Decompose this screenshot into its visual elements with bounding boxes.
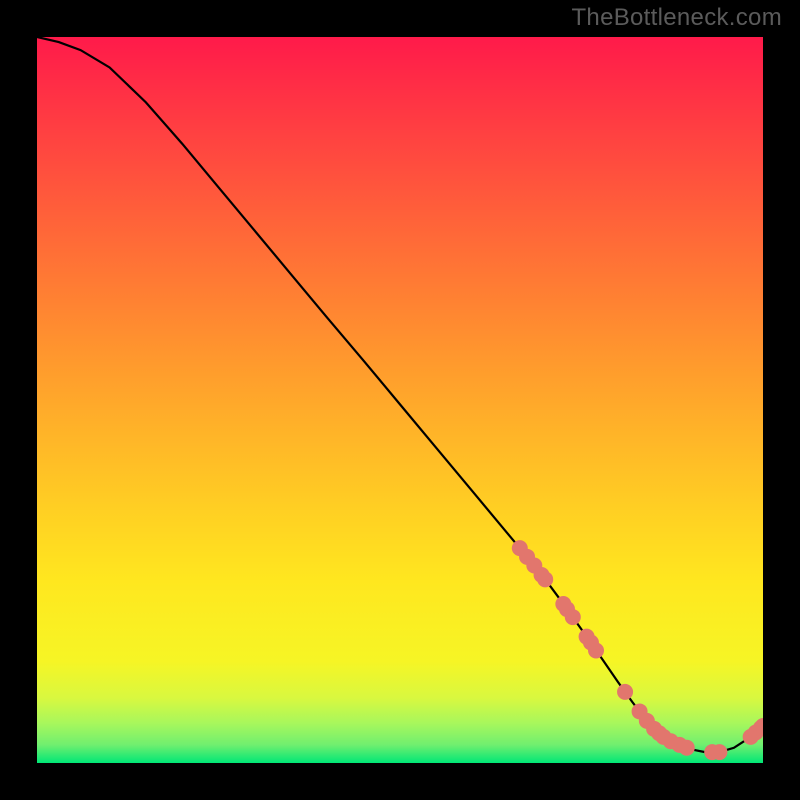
bottleneck-chart [37,37,763,763]
watermark-text: TheBottleneck.com [571,4,782,32]
chart-svg [37,37,763,763]
marker-dot [617,684,633,700]
marker-dot [711,744,727,760]
marker-dot [588,642,604,658]
marker-dot [537,571,553,587]
marker-dot [565,609,581,625]
marker-dot [679,740,695,756]
plot-background [37,37,763,763]
